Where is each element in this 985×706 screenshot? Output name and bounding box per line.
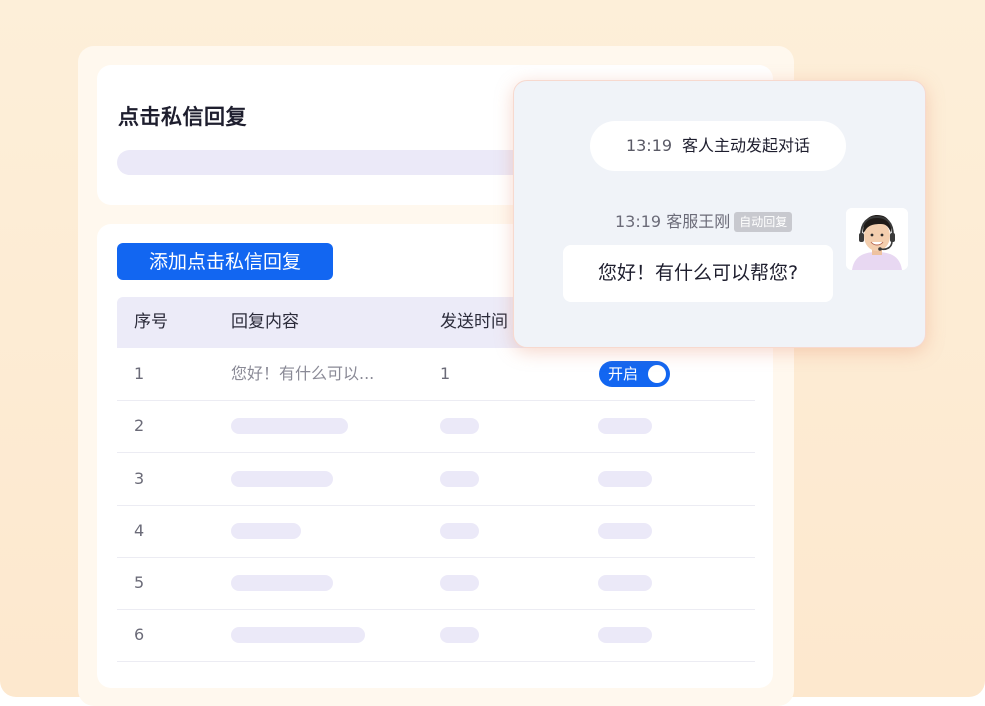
enable-toggle[interactable]: 开启 [599, 361, 670, 387]
table-row[interactable]: 2 [117, 400, 755, 453]
agent-meta: 13:19 客服王刚 自动回复 [615, 211, 793, 233]
agent-message-time: 13:19 [615, 212, 662, 231]
header-index: 序号 [134, 312, 168, 332]
content-placeholder [231, 418, 348, 434]
row-index: 2 [134, 416, 145, 435]
system-message-time: 13:19 [625, 136, 673, 155]
time-placeholder [440, 418, 479, 434]
system-message-text: 客人主动发起对话 [682, 136, 811, 155]
page-title: 点击私信回复 [118, 105, 247, 129]
header-content: 回复内容 [231, 312, 299, 332]
row-index: 1 [134, 364, 145, 383]
row-index: 3 [134, 469, 145, 488]
add-reply-button[interactable]: 添加点击私信回复 [117, 243, 333, 280]
content-placeholder [231, 575, 333, 591]
toggle-knob [648, 365, 666, 383]
time-placeholder [440, 627, 479, 643]
table-row[interactable]: 1 您好！有什么可以... 1 开启 [117, 348, 755, 401]
agent-avatar [846, 208, 908, 270]
table-row[interactable]: 6 [117, 609, 755, 662]
avatar-illustration [846, 208, 908, 270]
toggle-label: 开启 [608, 365, 639, 383]
table-row[interactable]: 3 [117, 453, 755, 506]
row-send-time: 1 [440, 364, 451, 383]
status-placeholder [598, 471, 652, 487]
row-content: 您好！有什么可以... [231, 364, 375, 383]
content-placeholder [231, 627, 365, 643]
auto-reply-badge: 自动回复 [734, 212, 793, 232]
agent-name: 客服王刚 [666, 212, 731, 231]
time-placeholder [440, 575, 479, 591]
row-index: 4 [134, 521, 145, 540]
table-row[interactable]: 5 [117, 557, 755, 610]
table-row[interactable]: 4 [117, 505, 755, 558]
row-index: 5 [134, 573, 145, 592]
status-placeholder [598, 627, 652, 643]
system-message: 13:19 客人主动发起对话 [590, 121, 846, 171]
content-placeholder [231, 523, 301, 539]
time-placeholder [440, 471, 479, 487]
status-placeholder [598, 575, 652, 591]
status-placeholder [598, 523, 652, 539]
agent-message-bubble: 您好！有什么可以帮您? [563, 245, 833, 302]
status-placeholder [598, 418, 652, 434]
content-placeholder [231, 471, 333, 487]
chat-preview-popup: 13:19 客人主动发起对话 13:19 客服王刚 自动回复 您好！有什么可以帮您? [513, 80, 926, 348]
time-placeholder [440, 523, 479, 539]
header-send-time: 发送时间 [440, 312, 508, 332]
row-index: 6 [134, 625, 145, 644]
